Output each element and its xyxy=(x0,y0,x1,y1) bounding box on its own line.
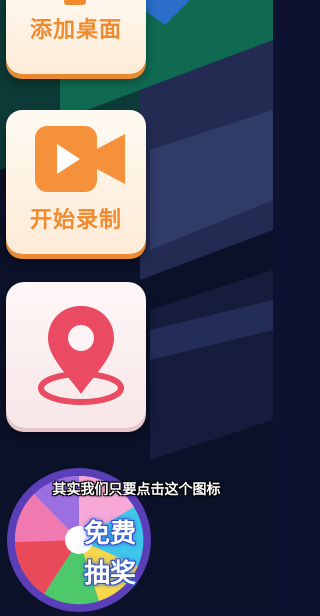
add-desktop-button[interactable]: 添加桌面 xyxy=(6,0,146,74)
start-recording-label: 开始录制 xyxy=(29,208,122,233)
map-pin-icon xyxy=(38,306,124,405)
video-camera-icon xyxy=(35,126,125,192)
lottery-label-line2: 抽奖 xyxy=(83,559,136,589)
add-desktop-icon xyxy=(64,0,86,5)
add-desktop-label: 添加桌面 xyxy=(29,18,122,43)
location-button[interactable] xyxy=(6,282,146,428)
video-subtitle: 其实我们只要点击这个图标 xyxy=(52,482,221,498)
lottery-label-line1: 免费 xyxy=(83,519,136,549)
start-recording-button[interactable]: 开始录制 xyxy=(6,110,146,254)
